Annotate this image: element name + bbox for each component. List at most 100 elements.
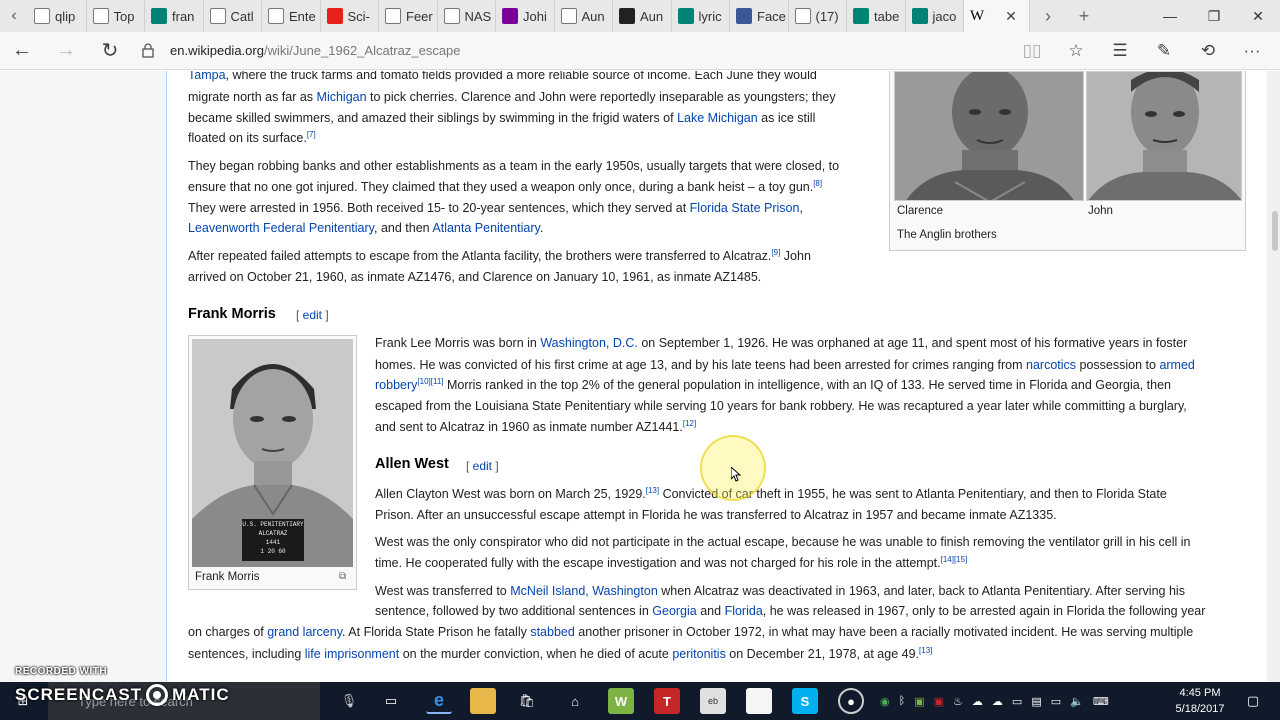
bluetooth-icon[interactable]: ᛒ (899, 695, 906, 707)
link-washington-dc[interactable]: Washington, D.C. (540, 336, 638, 350)
tab-active[interactable]: W ✕ (964, 0, 1030, 32)
tab-6[interactable]: Feer (379, 0, 438, 32)
citation-link[interactable]: [12] (683, 419, 696, 428)
minimize-button[interactable]: — (1148, 0, 1192, 32)
citation-link[interactable]: [7] (307, 130, 316, 139)
hub-icon[interactable]: ☰ (1100, 32, 1140, 70)
app-icon[interactable]: W (608, 688, 634, 714)
app-icon[interactable]: T (654, 688, 680, 714)
link-mcneil-island[interactable]: McNeil Island, Washington (510, 584, 658, 598)
edit-link-allen-west[interactable]: [ edit ] (466, 459, 499, 473)
steam-icon[interactable]: ♨ (953, 695, 963, 708)
link-armed-robbery[interactable]: armed (1159, 358, 1194, 372)
file-explorer-icon[interactable] (470, 688, 496, 714)
text: possession to (1076, 358, 1160, 372)
skype-icon[interactable]: S (792, 688, 818, 714)
link-florida[interactable]: Florida (725, 604, 763, 618)
tab-scroll-right-button[interactable]: › (1030, 0, 1066, 32)
tab-scroll-left-button[interactable]: ‹ (0, 0, 28, 32)
tab-14[interactable]: tabe (847, 0, 906, 32)
scrollbar-thumb[interactable] (1272, 211, 1278, 251)
edit-label[interactable]: edit (303, 308, 322, 322)
tray-app-icon[interactable]: ▣ (914, 695, 924, 708)
text: ensure that no one got injured. They cla… (188, 180, 814, 194)
microphone-icon[interactable]: 🎙 (336, 688, 362, 714)
citation-link[interactable]: [8] (813, 179, 822, 188)
reading-view-icon[interactable]: ▯▯ (1012, 32, 1052, 70)
clock[interactable]: 4:45 PM 5/18/2017 (1172, 685, 1228, 717)
watermark-circle-icon (146, 684, 169, 706)
tab-11[interactable]: lyric (672, 0, 730, 32)
link-robbery[interactable]: robbery (375, 378, 417, 392)
app-icon[interactable]: eb (700, 688, 726, 714)
tab-8[interactable]: Johi (496, 0, 555, 32)
back-button[interactable]: ← (0, 32, 44, 70)
tab-9[interactable]: Aun (555, 0, 613, 32)
sign-line: ALCATRAZ (258, 530, 288, 537)
link-life-imprisonment[interactable]: life imprisonment (305, 647, 399, 661)
favorite-star-icon[interactable]: ☆ (1056, 32, 1096, 70)
link-tampa[interactable]: Tampa (188, 71, 226, 82)
onedrive-icon[interactable]: ☁ (972, 695, 983, 708)
more-icon[interactable]: ··· (1232, 32, 1272, 70)
enlarge-icon[interactable]: ⧉ (339, 571, 346, 582)
tab-13[interactable]: (17) (789, 0, 847, 32)
tab-2[interactable]: fran (145, 0, 204, 32)
link-michigan[interactable]: Michigan (317, 90, 367, 104)
maximize-button[interactable]: ❐ (1192, 0, 1236, 32)
tray-app-icon[interactable]: ▣ (934, 695, 944, 708)
home-icon[interactable]: ⌂ (562, 688, 588, 714)
refresh-button[interactable]: ↻ (88, 32, 132, 70)
citation-link[interactable]: [13] (919, 646, 932, 655)
window-close-button[interactable]: ✕ (1236, 0, 1280, 32)
record-icon[interactable]: ● (838, 688, 864, 714)
address-bar[interactable]: en.wikipedia.org/wiki/June_1962_Alcatraz… (170, 43, 461, 58)
chrome-icon[interactable]: ◉ (880, 695, 890, 708)
battery-icon[interactable]: ▭ (1051, 695, 1061, 708)
close-tab-icon[interactable]: ✕ (1005, 8, 1017, 25)
link-leavenworth[interactable]: Leavenworth Federal Penitentiary (188, 221, 374, 235)
cloud-icon[interactable]: ☁ (992, 695, 1003, 708)
paragraph-line: sentence, followed by two additional sen… (375, 601, 1205, 622)
watermark-text: SCREENCAST (15, 685, 143, 704)
notepad-icon[interactable] (746, 688, 772, 714)
tab-1[interactable]: Top (87, 0, 145, 32)
link-lake-michigan[interactable]: Lake Michigan (677, 111, 758, 125)
citation-link[interactable]: [10][11] (417, 377, 443, 386)
link-stabbed[interactable]: stabbed (530, 625, 574, 639)
link-atlanta-penitentiary[interactable]: Atlanta Penitentiary (432, 221, 539, 235)
tab-0[interactable]: qlip (28, 0, 87, 32)
tab-7[interactable]: NAS (438, 0, 496, 32)
volume-icon[interactable]: 🔈 (1070, 695, 1084, 708)
tab-12[interactable]: Face (730, 0, 789, 32)
share-icon[interactable]: ⟲ (1188, 32, 1228, 70)
text: . At Florida State Prison he fatally (342, 625, 531, 639)
edge-icon[interactable]: e (426, 688, 452, 714)
edit-label[interactable]: edit (473, 459, 492, 473)
tab-10[interactable]: Aun (613, 0, 672, 32)
forward-button[interactable]: → (44, 32, 88, 70)
tab-5[interactable]: Sci- (321, 0, 379, 32)
task-view-icon[interactable]: ▭ (378, 688, 404, 714)
link-peritonitis[interactable]: peritonitis (672, 647, 726, 661)
citation-link[interactable]: [9] (771, 248, 780, 257)
link-grand-larceny[interactable]: grand larceny (267, 625, 342, 639)
new-tab-button[interactable]: + (1066, 0, 1102, 32)
citation-link[interactable]: [13] (646, 486, 659, 495)
monitor-icon[interactable]: ▭ (1012, 695, 1022, 708)
network-icon[interactable]: ▤ (1031, 695, 1041, 708)
edit-link-frank-morris[interactable]: [ edit ] (296, 308, 329, 322)
keyboard-icon[interactable]: ⌨ (1093, 695, 1109, 708)
notifications-icon[interactable]: ▢ (1240, 688, 1266, 714)
citation-link[interactable]: [14][15] (941, 555, 968, 564)
link-florida-state-prison[interactable]: Florida State Prison (690, 201, 800, 215)
tab-3[interactable]: Catl (204, 0, 262, 32)
link-georgia[interactable]: Georgia (652, 604, 696, 618)
link-narcotics[interactable]: narcotics (1026, 358, 1076, 372)
tab-label: Sci- (347, 8, 370, 24)
scrollbar[interactable] (1268, 71, 1280, 682)
tab-15[interactable]: jaco (906, 0, 964, 32)
tab-4[interactable]: Ente (262, 0, 321, 32)
store-icon[interactable]: 🛍 (514, 688, 540, 714)
web-note-icon[interactable]: ✎ (1144, 32, 1184, 70)
